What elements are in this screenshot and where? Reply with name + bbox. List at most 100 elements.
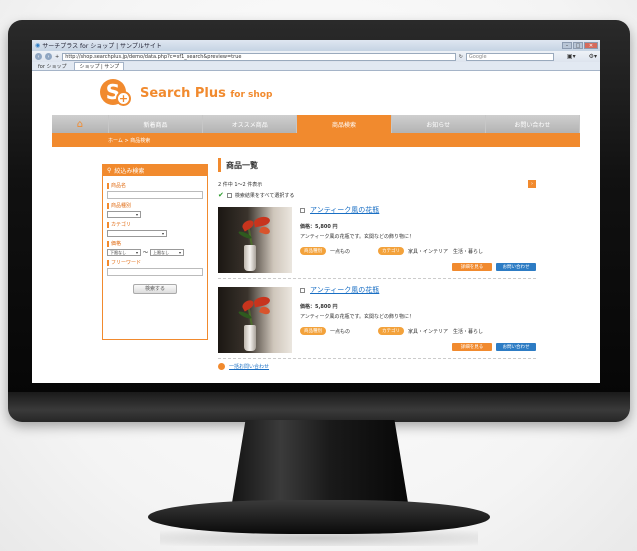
category-value: 家具・インテリア 生活・暮らし — [408, 248, 484, 255]
type-tag: 商品種別 — [300, 247, 326, 255]
tab-label: for ショップ — [38, 63, 67, 70]
add-bookmark-icon[interactable]: + — [55, 54, 59, 60]
type-value: 一点もの — [330, 328, 351, 335]
minimize-button[interactable]: – — [562, 42, 572, 49]
stand-shadow — [160, 530, 478, 546]
category-tag: カテゴリ — [378, 247, 405, 255]
product-checkbox[interactable] — [300, 207, 305, 213]
category-label: カテゴリ — [107, 222, 203, 228]
forward-button[interactable]: › — [45, 53, 52, 60]
window-title: サーチプラス for ショップ | サンプルサイト — [42, 43, 162, 50]
inquiry-button[interactable]: お問い合わせ — [496, 263, 536, 271]
product-name-link[interactable]: アンティーク風の花瓶 — [310, 285, 379, 295]
browser-tab-2[interactable]: ショップ | サンプ — [74, 62, 125, 70]
price-range: 下限なし ▾ 〜 上限なし ▾ — [107, 249, 203, 256]
select-all-row: ✔ 検索結果をすべて選択する — [218, 191, 536, 199]
search-icon: ⚲ — [107, 167, 112, 174]
breadcrumb: ホーム > 商品検索 — [52, 133, 580, 147]
result-count-row: 2 件中 1〜2 件表示 › — [218, 180, 536, 188]
price-separator: 〜 — [143, 250, 149, 256]
browser-favicon-icon: ◉ — [35, 42, 41, 49]
search-sidebar: ⚲ 絞込み検索 商品名 商品種別 ▾ カテゴリ ▾ 価格 下限なし ▾ 〜 上限… — [102, 164, 208, 340]
search-button[interactable]: 検索する — [133, 284, 177, 294]
chevron-down-icon: ▾ — [135, 212, 138, 217]
close-button[interactable]: ✕ — [584, 42, 598, 49]
page-menu-icon[interactable]: ▣▾ — [567, 53, 576, 60]
site-header: S + Search Plus for shop — [32, 71, 600, 115]
nav-item-search[interactable]: 商品検索 — [297, 115, 392, 133]
next-page-button[interactable]: › — [528, 180, 536, 188]
price-min-select[interactable]: 下限なし ▾ — [107, 249, 141, 256]
category-tag: カテゴリ — [378, 327, 405, 335]
monitor-chin — [8, 392, 630, 422]
content-area: ⚲ 絞込み検索 商品名 商品種別 ▾ カテゴリ ▾ 価格 下限なし ▾ 〜 上限… — [52, 154, 580, 383]
bullet-icon — [218, 363, 225, 370]
product-price: 価格：5,800 円 — [300, 224, 338, 230]
nav-item-new[interactable]: 新着商品 — [109, 115, 204, 133]
price-max-select[interactable]: 上限なし ▾ — [150, 249, 185, 256]
name-label: 商品名 — [107, 183, 203, 189]
browser-tab-1[interactable]: for ショップ — [34, 62, 70, 70]
product-item: アンティーク風の花瓶 価格：5,800 円 アンティーク風の花瓶です。玄関などの… — [218, 283, 536, 359]
url-text: http://shop.searchplus.jp/demo/data.php?… — [65, 53, 242, 60]
screen-fade — [32, 375, 600, 383]
sidebar-header: ⚲ 絞込み検索 — [103, 165, 207, 176]
maximize-button[interactable]: □ — [573, 42, 583, 49]
bulk-inquiry-link[interactable]: 一括お問い合わせ — [218, 363, 536, 370]
select-all-checkbox[interactable] — [226, 192, 232, 198]
select-all-label[interactable]: 検索結果をすべて選択する — [235, 192, 294, 199]
category-value: 家具・インテリア 生活・暮らし — [408, 328, 484, 335]
nav-item-recommended[interactable]: オススメ商品 — [203, 115, 298, 133]
checkmark-icon: ✔ — [218, 191, 224, 199]
chevron-down-icon: ▾ — [161, 231, 164, 236]
type-value: 一点もの — [330, 248, 351, 255]
bulk-inquiry-label[interactable]: 一括お問い合わせ — [229, 363, 269, 370]
product-photo[interactable] — [218, 207, 292, 273]
reload-icon[interactable]: ↻ — [459, 54, 463, 60]
product-item: アンティーク風の花瓶 価格：5,800 円 アンティーク風の花瓶です。玄関などの… — [218, 203, 536, 279]
keyword-label: フリーワード — [107, 260, 203, 266]
url-field[interactable]: http://shop.searchplus.jp/demo/data.php?… — [62, 52, 456, 61]
chevron-down-icon: ▾ — [179, 250, 182, 255]
sidebar-title: 絞込み検索 — [114, 168, 145, 175]
keyword-input[interactable] — [107, 268, 203, 276]
type-tag: 商品種別 — [300, 327, 326, 335]
product-tags: 商品種別 一点もの カテゴリ 家具・インテリア 生活・暮らし — [300, 247, 536, 255]
back-button[interactable]: ‹ — [35, 53, 42, 60]
browser-title-bar: ◉ サーチプラス for ショップ | サンプルサイト – □ ✕ — [32, 40, 600, 51]
result-count: 2 件中 1〜2 件表示 — [218, 181, 263, 188]
nav-item-news[interactable]: お知らせ — [392, 115, 486, 133]
tab-label: ショップ | サンプ — [79, 64, 120, 70]
product-checkbox[interactable] — [300, 287, 305, 293]
product-description: アンティーク風の花瓶です。玄関などの飾り物に！ — [300, 314, 415, 320]
product-description: アンティーク風の花瓶です。玄関などの飾り物に！ — [300, 234, 415, 240]
product-tags: 商品種別 一点もの カテゴリ 家具・インテリア 生活・暮らし — [300, 327, 536, 335]
settings-gear-icon[interactable]: ⚙▾ — [589, 53, 597, 60]
type-select[interactable]: ▾ — [107, 211, 141, 218]
price-label: 価格 — [107, 241, 203, 247]
detail-button[interactable]: 詳細を見る — [452, 263, 492, 271]
product-price: 価格：5,800 円 — [300, 304, 338, 310]
category-select[interactable]: ▾ — [107, 230, 167, 237]
browser-tab-bar: for ショップ ショップ | サンプ — [32, 62, 600, 71]
monitor-stand-base — [148, 500, 490, 534]
nav-item-contact[interactable]: お問い合わせ — [486, 115, 581, 133]
monitor-screen: ◉ サーチプラス for ショップ | サンプルサイト – □ ✕ ‹ › + … — [32, 40, 600, 383]
chevron-down-icon: ▾ — [135, 250, 138, 255]
type-label: 商品種別 — [107, 203, 203, 209]
product-name-link[interactable]: アンティーク風の花瓶 — [310, 205, 379, 215]
main-nav: ⌂ 新着商品 オススメ商品 商品検索 お知らせ お問い合わせ — [52, 115, 581, 133]
product-list: 商品一覧 2 件中 1〜2 件表示 › ✔ 検索結果をすべて選択する アンティー… — [218, 158, 536, 383]
breadcrumb-text[interactable]: ホーム > 商品検索 — [108, 137, 150, 144]
browser-search-field[interactable]: Google — [465, 52, 554, 61]
product-photo[interactable] — [218, 287, 292, 353]
logo-icon[interactable]: S + — [100, 79, 134, 107]
name-input[interactable] — [107, 191, 203, 199]
home-icon[interactable]: ⌂ — [52, 115, 109, 133]
inquiry-button[interactable]: お問い合わせ — [496, 343, 536, 351]
page-title: 商品一覧 — [218, 158, 536, 172]
window-controls: – □ ✕ — [562, 42, 598, 49]
site-logo-text[interactable]: Search Plus for shop — [140, 86, 272, 101]
search-placeholder: Google — [468, 53, 487, 60]
detail-button[interactable]: 詳細を見る — [452, 343, 492, 351]
